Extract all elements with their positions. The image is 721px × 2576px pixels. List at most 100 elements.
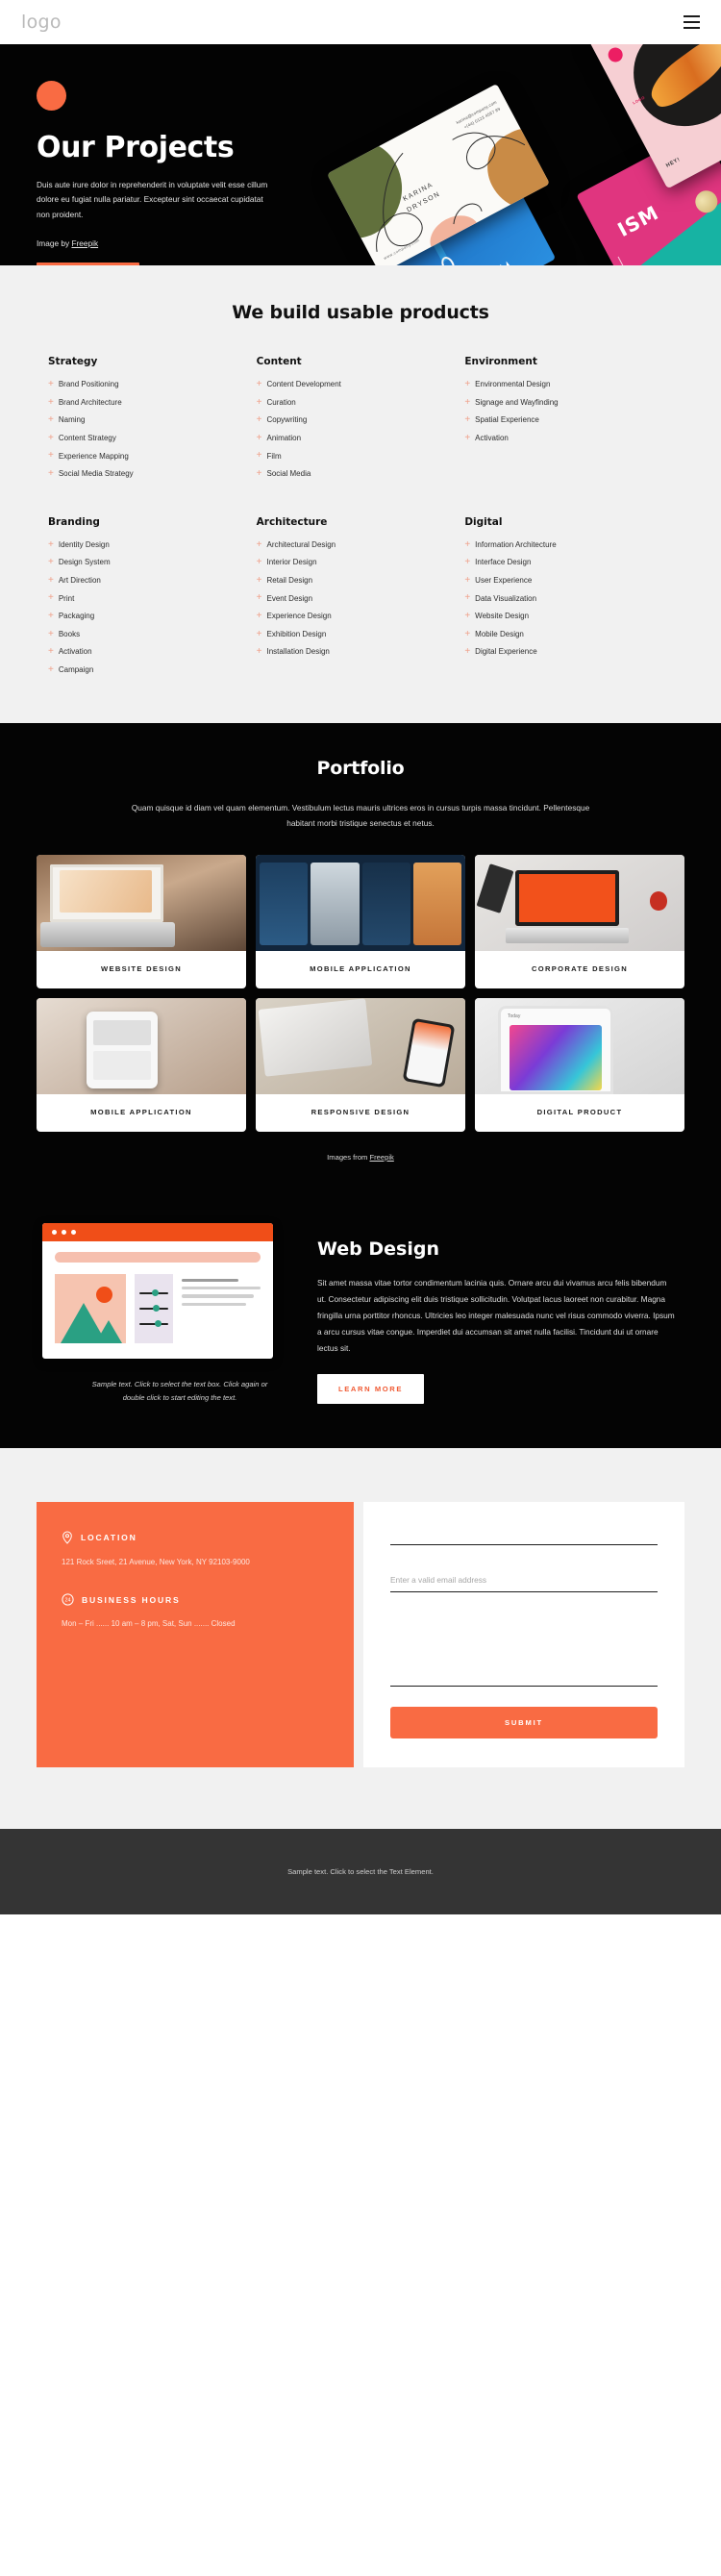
services-grid: Strategy + Brand Positioning + Brand Archi… (0, 323, 721, 683)
service-item[interactable]: + Curation (257, 397, 456, 408)
plus-icon: + (256, 574, 262, 586)
portfolio-card[interactable]: MOBILE APPLICATION (37, 997, 246, 1132)
services-column-digital: Digital + Information Architecture + Inter… (464, 488, 673, 684)
phone-mock (412, 862, 461, 945)
service-item-label: Exhibition Design (266, 629, 327, 638)
svg-text:24: 24 (65, 1598, 71, 1604)
phone-mock (311, 862, 360, 945)
service-item[interactable]: + Environmental Design (464, 380, 663, 389)
plus-icon: + (464, 379, 471, 389)
service-item[interactable]: + Copywriting (257, 415, 456, 425)
service-item[interactable]: + Print (48, 593, 247, 603)
plus-icon: + (48, 450, 54, 462)
service-item[interactable]: + Brand Positioning (48, 380, 247, 389)
service-item[interactable]: + Architectural Design (257, 539, 456, 550)
plus-icon: + (256, 557, 262, 568)
portfolio-section: Portfolio Quam quisque id diam vel quam … (0, 723, 721, 1194)
service-item[interactable]: + Books (48, 629, 247, 639)
browser-dot-icon (62, 1229, 66, 1235)
service-item-label: Website Design (475, 612, 530, 621)
service-item[interactable]: + Social Media Strategy (48, 468, 247, 479)
service-item[interactable]: + Spatial Experience (464, 415, 663, 425)
slider-control[interactable] (139, 1289, 168, 1297)
service-item[interactable]: + Signage and Wayfinding (464, 397, 663, 408)
service-item[interactable]: + Animation (256, 432, 456, 443)
contact-form-card: SUBMIT (363, 1501, 684, 1767)
hero-accent-dot-icon (37, 81, 66, 111)
service-item[interactable]: + Information Architecture (464, 539, 663, 550)
hamburger-menu-icon[interactable] (684, 15, 700, 29)
phone-mock (87, 1011, 158, 1088)
hero-content: Our Projects Duis aute irure dolor in re… (0, 44, 317, 265)
portfolio-card[interactable]: MOBILE APPLICATION (256, 854, 465, 988)
service-item-label: Naming (58, 415, 86, 425)
service-item[interactable]: + Content Development (257, 380, 456, 389)
service-item[interactable]: + Campaign (48, 664, 247, 675)
pink-dot (606, 44, 626, 65)
hero-learn-more-button[interactable]: LEARN MORE (37, 263, 140, 265)
plus-icon: + (464, 592, 471, 604)
service-item[interactable]: + Design System (48, 558, 247, 567)
email-field[interactable] (390, 1570, 658, 1592)
portfolio-card[interactable]: RESPONSIVE DESIGN (256, 997, 465, 1132)
portfolio-card[interactable]: Today DIGITAL PRODUCT (475, 997, 684, 1132)
footer-text: Sample text. Click to select the Text El… (287, 1866, 434, 1876)
service-item[interactable]: + Digital Experience (464, 647, 663, 657)
service-item[interactable]: + Interior Design (257, 558, 456, 567)
service-item-label: Brand Architecture (58, 397, 122, 407)
portfolio-credit-link[interactable]: Freepik (369, 1153, 393, 1162)
burger-bar (684, 15, 700, 17)
service-item[interactable]: + Art Direction (48, 575, 247, 586)
service-item[interactable]: + Identity Design (48, 538, 247, 550)
message-field[interactable] (390, 1616, 658, 1687)
portfolio-card[interactable]: WEBSITE DESIGN (37, 854, 246, 988)
service-item[interactable]: + Event Design (257, 593, 456, 603)
service-item[interactable]: + Installation Design (257, 647, 456, 657)
service-item[interactable]: + User Experience (464, 575, 663, 586)
slider-handle[interactable] (151, 1289, 159, 1297)
name-field[interactable] (390, 1523, 658, 1545)
service-item-label: Social Media (266, 469, 311, 479)
service-item[interactable]: + Mobile Design (464, 629, 663, 639)
service-item[interactable]: + Packaging (48, 610, 247, 621)
hero-credit-link[interactable]: Freepik (71, 238, 98, 248)
burger-bar (684, 21, 700, 23)
plus-icon: + (256, 467, 262, 479)
slider-handle[interactable] (155, 1320, 162, 1328)
phone-mock (402, 1017, 456, 1088)
slider-control[interactable] (139, 1305, 168, 1313)
portfolio-card[interactable]: CORPORATE DESIGN (475, 854, 684, 988)
plus-icon: + (256, 610, 262, 621)
service-item[interactable]: + Experience Mapping (48, 451, 247, 461)
service-item[interactable]: + Social Media (256, 467, 456, 479)
services-column-content: Content + Content Development + Curation +… (257, 356, 465, 488)
location-heading: LOCATION (62, 1530, 329, 1544)
submit-button[interactable]: SUBMIT (390, 1706, 658, 1738)
service-item[interactable]: + Film (257, 451, 456, 461)
placeholder-bar (55, 1251, 261, 1263)
service-item-label: Installation Design (266, 647, 330, 657)
service-item[interactable]: + Interface Design (464, 558, 663, 567)
web-design-learn-more-button[interactable]: LEARN MORE (317, 1373, 425, 1404)
service-item[interactable]: + Website Design (464, 611, 663, 621)
service-item[interactable]: + Naming (48, 415, 247, 425)
plus-icon: + (48, 538, 54, 550)
thumb-detail (515, 869, 619, 926)
service-item[interactable]: + Activation (48, 647, 247, 657)
slider-control[interactable] (139, 1320, 168, 1328)
service-item[interactable]: + Content Strategy (48, 433, 247, 443)
service-item[interactable]: + Exhibition Design (257, 629, 456, 639)
logo[interactable]: logo (21, 12, 62, 33)
service-item[interactable]: + Brand Architecture (48, 397, 247, 408)
plus-icon: + (256, 432, 262, 443)
service-item[interactable]: + Retail Design (256, 574, 456, 586)
service-item[interactable]: + Data Visualization (464, 593, 663, 603)
browser-content-row (55, 1273, 261, 1343)
service-item[interactable]: + Experience Design (256, 610, 456, 621)
slider-handle[interactable] (153, 1305, 161, 1313)
plus-icon: + (464, 557, 471, 568)
service-item[interactable]: + Activation (464, 433, 663, 443)
sun-icon (96, 1286, 112, 1303)
services-title: We build usable products (232, 302, 489, 323)
plus-icon: + (48, 610, 54, 621)
